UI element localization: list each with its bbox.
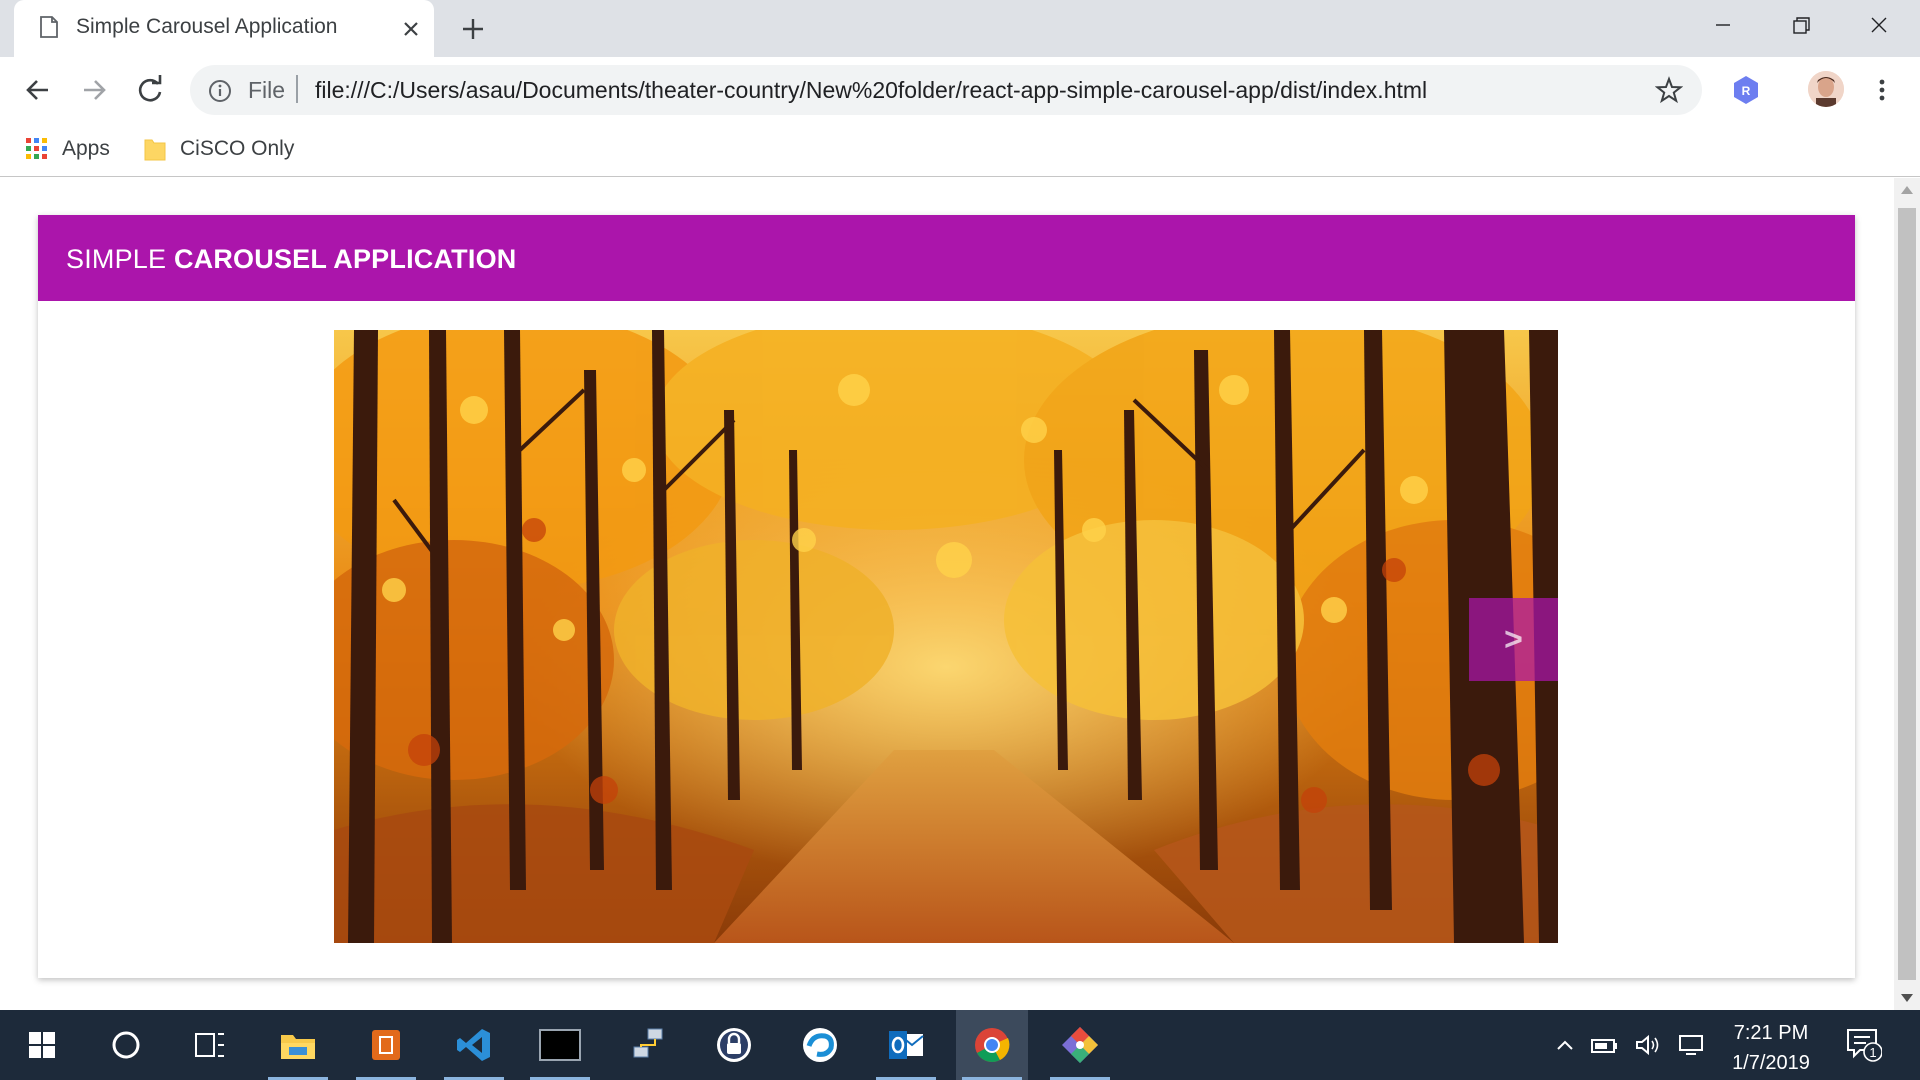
chrome-button[interactable] [956,1010,1028,1080]
bookmark-cisco-only[interactable]: CiSCO Only [144,133,294,165]
info-icon[interactable] [208,79,232,103]
omnibox-separator [296,75,298,103]
restore-window-icon[interactable] [1771,8,1831,42]
app-header: SIMPLE CAROUSEL APPLICATION [38,215,1855,301]
file-explorer-button[interactable] [262,1010,334,1080]
more-menu-icon[interactable] [1872,74,1892,106]
outlook-icon [889,1031,924,1059]
git-button[interactable] [1044,1010,1116,1080]
carousel-slide-image [334,330,1558,943]
reload-icon[interactable] [130,70,170,110]
powerpoint-icon [372,1030,400,1060]
scroll-up-icon[interactable] [1901,186,1913,194]
bookmark-apps-label: Apps [62,137,110,160]
minimize-window-icon[interactable] [1693,8,1753,42]
terminal-icon [539,1029,581,1061]
scheme-label: File [248,77,286,103]
browser-tabstrip: Simple Carousel Application [0,0,1920,57]
folder-icon [144,139,166,161]
notification-icon: 1 [1847,1029,1883,1062]
vpn-lock-icon [717,1028,751,1062]
action-center-button[interactable]: 1 [1846,1028,1883,1062]
app-title: SIMPLE CAROUSEL APPLICATION [66,244,516,275]
extension-badge: R [1742,84,1751,98]
back-arrow-icon[interactable] [18,70,58,110]
cortana-icon [112,1031,140,1059]
webex-icon [803,1028,837,1062]
app-container: SIMPLE CAROUSEL APPLICATION > [38,215,1855,978]
vscode-icon [457,1029,490,1061]
app-title-bold: CAROUSEL APPLICATION [173,244,517,274]
app-title-light: SIMPLE [66,244,167,274]
profile-avatar[interactable] [1808,71,1844,107]
network-icon [633,1028,663,1058]
bookmark-apps[interactable]: Apps [26,133,110,165]
notification-count: 1 [1869,1045,1876,1060]
carousel-next-button[interactable]: > [1469,598,1558,681]
cortana-button[interactable] [90,1010,162,1080]
close-tab-icon[interactable] [396,14,426,44]
bookmark-star-icon[interactable] [1655,76,1683,104]
page-icon [40,16,58,38]
webex-button[interactable] [784,1010,856,1080]
network-status-icon[interactable] [1676,1032,1706,1058]
clock-time: 7:21 PM [1733,1022,1809,1044]
terminal-button[interactable] [524,1010,596,1080]
browser-toolbar: File file:///C:/Users/asau/Documents/the… [0,57,1920,123]
vscode-button[interactable] [438,1010,510,1080]
network-button[interactable] [612,1010,684,1080]
page-viewport: SIMPLE CAROUSEL APPLICATION > [0,178,1894,1010]
file-explorer-icon [281,1035,315,1059]
extension-r-icon[interactable]: R [1730,74,1762,106]
git-icon [1062,1027,1098,1063]
chevron-up-icon[interactable] [1550,1032,1580,1058]
volume-icon[interactable] [1634,1032,1664,1058]
tab-title: Simple Carousel Application [76,15,338,38]
address-bar[interactable]: File file:///C:/Users/asau/Documents/the… [190,65,1702,115]
forward-arrow-icon[interactable] [74,70,114,110]
close-window-icon[interactable] [1849,8,1909,42]
bookmarks-bar: Apps CiSCO Only [0,123,1920,177]
new-tab-icon[interactable] [456,12,490,46]
url-text[interactable]: file:///C:/Users/asau/Documents/theater-… [315,77,1427,104]
outlook-button[interactable] [870,1010,942,1080]
avatar-icon [1808,71,1844,107]
clock-date: 1/7/2019 [1732,1052,1810,1074]
apps-grid-icon [26,138,47,159]
scrollbar-thumb[interactable] [1898,208,1916,980]
browser-tab[interactable]: Simple Carousel Application [14,0,434,57]
start-icon [29,1032,55,1058]
powerpoint-button[interactable] [350,1010,422,1080]
start-button[interactable] [6,1010,78,1080]
vpn-button[interactable] [698,1010,770,1080]
windows-taskbar: 7:21 PM 1/7/2019 1 [0,1010,1920,1080]
chrome-icon [975,1028,1010,1062]
page-scrollbar[interactable] [1894,178,1920,1010]
task-view-icon [195,1033,224,1057]
system-clock[interactable]: 7:21 PM 1/7/2019 [1716,1018,1826,1078]
bookmark-cisco-label: CiSCO Only [180,137,295,160]
scroll-down-icon[interactable] [1901,994,1913,1002]
task-view-button[interactable] [174,1010,246,1080]
carousel: > [334,330,1558,943]
battery-icon[interactable] [1590,1032,1620,1058]
